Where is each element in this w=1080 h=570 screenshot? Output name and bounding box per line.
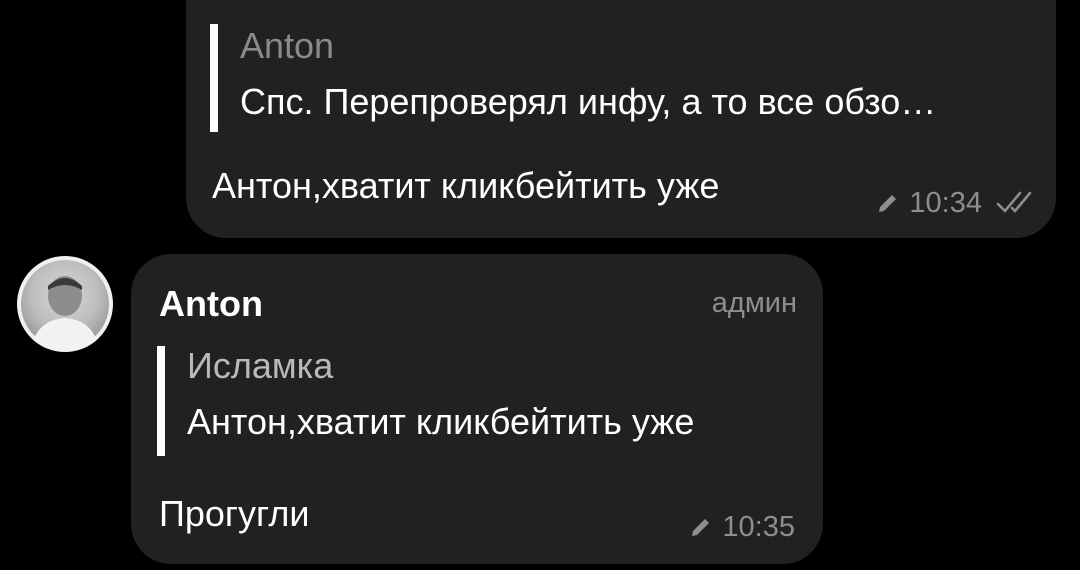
message-bubble-incoming[interactable]: Anton админ Исламка Антон,хватит кликбей… [131, 254, 823, 564]
avatar[interactable] [17, 256, 113, 352]
message-time: 10:34 [909, 187, 982, 219]
reply-quote[interactable]: Anton Спс. Перепроверял инфу, а то все о… [210, 24, 1040, 132]
message-bubble-outgoing[interactable]: Anton Спс. Перепроверял инфу, а то все о… [186, 0, 1056, 238]
pencil-icon [877, 192, 899, 214]
sender-role-badge: админ [711, 287, 797, 319]
message-meta: 10:34 [877, 186, 1036, 220]
reply-sender-name: Anton [240, 25, 335, 66]
message-text: Антон,хватит кликбейтить уже [212, 165, 720, 206]
reply-sender-name: Исламка [187, 345, 334, 386]
sender-name[interactable]: Anton [159, 282, 263, 326]
reply-text: Антон,хватит кликбейтить уже [187, 401, 695, 442]
chat-view: Anton Спс. Перепроверял инфу, а то все о… [0, 0, 1080, 570]
reply-text: Спс. Перепроверял инфу, а то все обзо… [240, 81, 937, 122]
message-text: Прогугли [159, 493, 310, 534]
double-check-icon [996, 190, 1036, 216]
pencil-icon [690, 516, 712, 538]
reply-quote[interactable]: Исламка Антон,хватит кликбейтить уже [157, 345, 827, 456]
message-time: 10:35 [722, 511, 795, 543]
message-meta: 10:35 [690, 510, 795, 544]
